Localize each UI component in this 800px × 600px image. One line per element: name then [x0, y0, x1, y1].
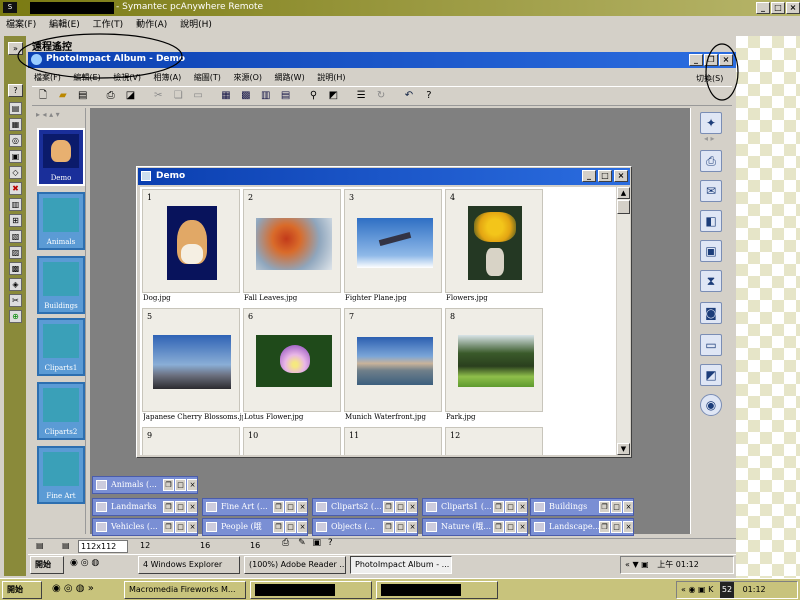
annotation-ovals: [17, 33, 739, 101]
title-highlight-oval: [17, 33, 183, 79]
close-highlight-oval: [705, 43, 739, 101]
